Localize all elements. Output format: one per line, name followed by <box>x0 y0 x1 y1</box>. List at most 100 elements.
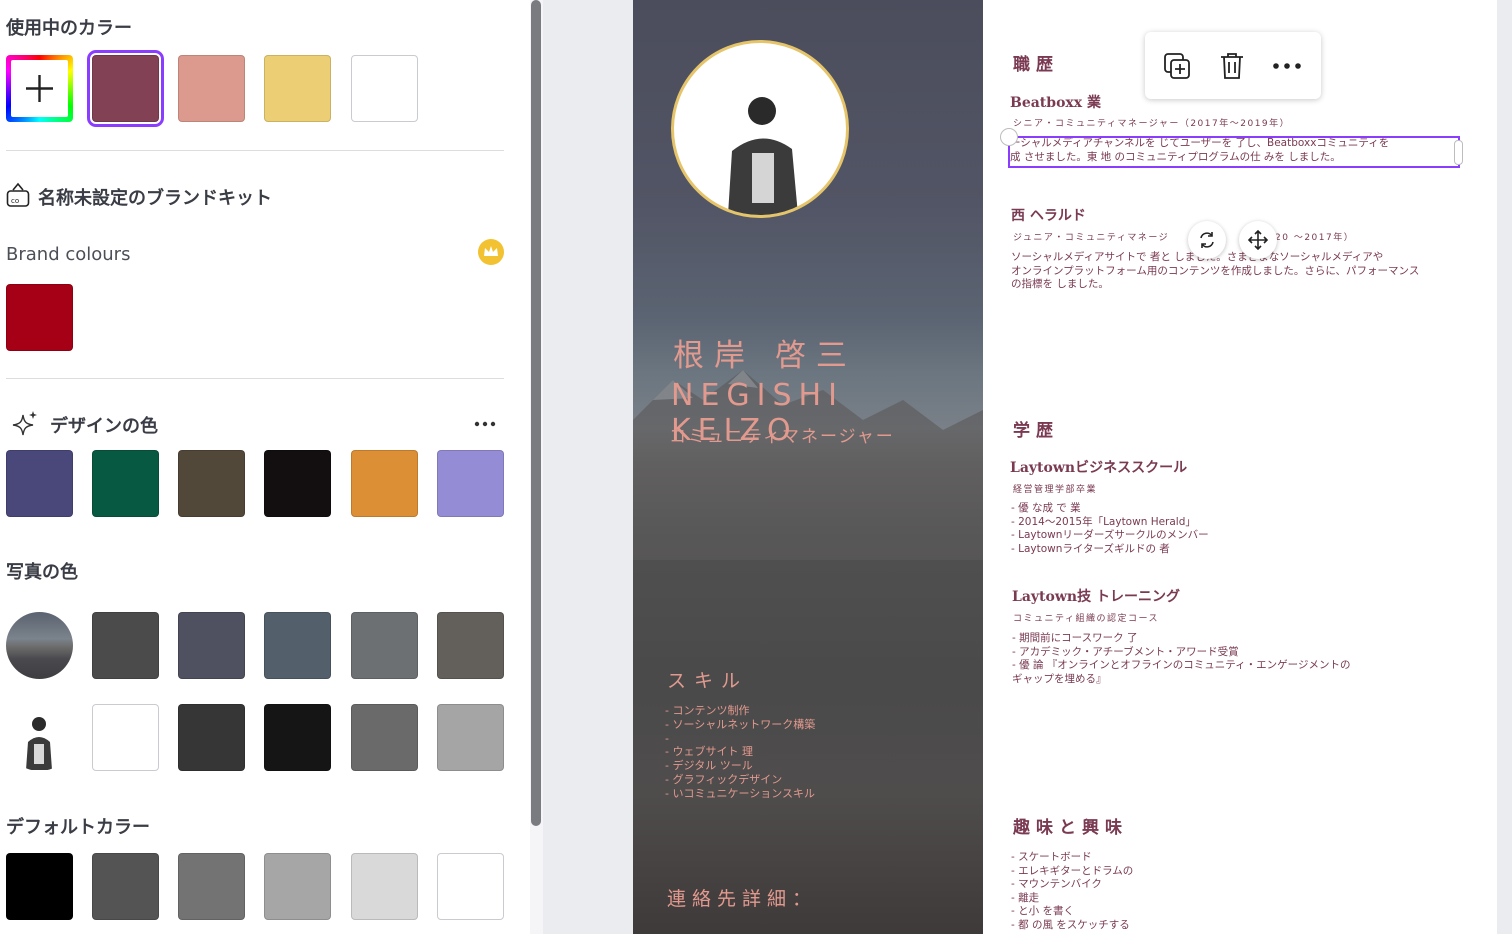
list-item: - グラフィックデザイン <box>665 772 783 786</box>
brand-colour-swatch-1[interactable] <box>6 284 73 351</box>
default-color-swatch-1[interactable] <box>6 853 73 920</box>
move-icon <box>1247 229 1269 251</box>
plus-icon <box>26 75 53 102</box>
hobbies-list[interactable]: - スケートボード - エレキギターとドラムの - マウンテンバイク - 離走 … <box>1011 851 1133 933</box>
career-heading[interactable]: 職歴 <box>1013 50 1059 75</box>
list-item: - アカデミック・アチーブメント・アワード受賞 <box>1012 645 1239 658</box>
list-item: - 優 論 『オンラインとオフラインのコミュニティ・エンゲージメントの <box>1012 659 1351 672</box>
design-color-swatch-6[interactable] <box>437 450 504 517</box>
photo-color-swatch-10[interactable] <box>437 704 504 771</box>
trash-icon <box>1221 53 1243 79</box>
education-heading[interactable]: 学歴 <box>1013 416 1059 441</box>
resume-page[interactable]: 根岸 啓三 NEGISHI KEIZO コミュニティマネージャー スキル - コ… <box>633 0 1497 934</box>
list-item: - コンテンツ制作 <box>665 704 750 717</box>
more-icon <box>1273 63 1301 69</box>
profile-photo[interactable] <box>671 40 849 218</box>
list-item: - 離走 <box>1011 891 1040 904</box>
photo-colors-title: 写真の色 <box>6 562 78 583</box>
photo-color-swatch-9[interactable] <box>351 704 418 771</box>
body-line: の指標を しました。 <box>1011 278 1109 291</box>
delete-button[interactable] <box>1214 48 1250 84</box>
list-item: - マウンテンバイク <box>1011 878 1102 891</box>
used-color-swatch-2[interactable] <box>178 55 245 122</box>
job-role[interactable]: コミュニティマネージャー <box>669 422 895 447</box>
move-button[interactable] <box>1239 221 1277 259</box>
photo-color-swatch-1[interactable] <box>92 612 159 679</box>
photo-color-swatch-3[interactable] <box>264 612 331 679</box>
resume-sidebar[interactable]: 根岸 啓三 NEGISHI KEIZO コミュニティマネージャー スキル - コ… <box>633 0 983 934</box>
design-color-swatch-2[interactable] <box>92 450 159 517</box>
list-item: - Laytownリーダーズサークルのメンバー <box>1011 529 1209 542</box>
list-item: - 2014～2015年「Laytown Herald」 <box>1011 515 1196 528</box>
svg-text:co: co <box>11 197 19 205</box>
list-item: - 優 な成 で 業 <box>1011 502 1081 514</box>
selection-box[interactable] <box>1008 136 1460 168</box>
job1-title[interactable]: Beatboxx 業 <box>1010 92 1101 112</box>
add-color-button[interactable] <box>6 55 73 122</box>
job2-subtitle-tail[interactable]: 20 ～2017年） <box>1275 230 1354 243</box>
edu2-list[interactable]: - 期間前にコースワーク 了 - アカデミック・アチーブメント・アワード受賞 -… <box>1012 632 1350 686</box>
design-color-swatch-3[interactable] <box>178 450 245 517</box>
job2-title[interactable]: 西 ヘラルド <box>1011 205 1086 225</box>
default-color-swatch-5[interactable] <box>351 853 418 920</box>
design-color-swatch-4[interactable] <box>264 450 331 517</box>
list-item: - 都 の風 をスケッチする <box>1011 918 1130 931</box>
color-panel: 使用中のカラー co 名称未設定のブランドキット Brand colours デ… <box>0 0 530 934</box>
name-japanese[interactable]: 根岸 啓三 <box>673 330 857 375</box>
rotate-handle[interactable] <box>1000 128 1018 146</box>
photo-color-swatch-5[interactable] <box>437 612 504 679</box>
photo-color-swatch-8[interactable] <box>264 704 331 771</box>
resume-main[interactable]: 職歴 Beatboxx 業 シニア・コミュニティマネージャー（2017年～201… <box>983 0 1497 934</box>
hobbies-heading[interactable]: 趣味と興味 <box>1013 813 1128 838</box>
skills-heading[interactable]: スキル <box>667 666 748 693</box>
duplicate-button[interactable] <box>1159 48 1195 84</box>
photo-color-swatch-2[interactable] <box>178 612 245 679</box>
used-color-swatch-3[interactable] <box>264 55 331 122</box>
edu2-title[interactable]: Laytown技 トレーニング <box>1012 586 1180 606</box>
used-color-swatch-4[interactable] <box>351 55 418 122</box>
default-color-swatch-6[interactable] <box>437 853 504 920</box>
element-toolbar <box>1145 32 1321 99</box>
list-item: - スケートボード <box>1011 851 1092 863</box>
scrollbar-thumb[interactable] <box>531 0 541 826</box>
brand-colours-title: Brand colours <box>6 244 131 265</box>
brand-kit-icon: co <box>6 182 30 207</box>
default-colors-title: デフォルトカラー <box>6 817 150 838</box>
photo-color-swatch-4[interactable] <box>351 612 418 679</box>
edu1-list[interactable]: - 優 な成 で 業 - 2014～2015年「Laytown Herald」 … <box>1011 502 1209 556</box>
design-color-swatch-1[interactable] <box>6 450 73 517</box>
sparkle-icon <box>12 411 37 436</box>
design-color-swatch-5[interactable] <box>351 450 418 517</box>
rotate-button[interactable] <box>1188 221 1226 259</box>
list-item: - いコミュニケーションスキル <box>665 786 816 800</box>
edu1-subtitle[interactable]: 経営管理学部卒業 <box>1013 482 1097 495</box>
panel-scrollbar[interactable] <box>530 0 543 934</box>
list-item: - ウェブサイト 理 <box>665 745 753 759</box>
photo-thumbnail-landscape[interactable] <box>6 612 73 679</box>
contact-heading[interactable]: 連絡先詳細： <box>667 884 817 911</box>
person-photo <box>728 97 798 215</box>
used-color-swatch-1[interactable] <box>87 50 164 127</box>
canvas-edge <box>1497 0 1512 934</box>
list-item: - と小 を書く <box>1011 905 1074 918</box>
default-color-swatch-3[interactable] <box>178 853 245 920</box>
job2-subtitle[interactable]: ジュニア・コミュニティマネージ <box>1013 230 1169 243</box>
list-item: - デジタル ツール <box>665 759 753 773</box>
default-color-swatch-4[interactable] <box>264 853 331 920</box>
photo-color-swatch-6[interactable] <box>92 704 159 771</box>
list-item: - ソーシャルネットワーク構築 <box>665 717 816 731</box>
photo-thumbnail-person[interactable] <box>6 704 73 771</box>
used-colors-title: 使用中のカラー <box>6 18 132 39</box>
divider <box>6 378 504 379</box>
more-icon[interactable] <box>473 419 497 429</box>
default-color-swatch-2[interactable] <box>92 853 159 920</box>
more-options-button[interactable] <box>1269 48 1305 84</box>
job1-subtitle[interactable]: シニア・コミュニティマネージャー（2017年～2019年） <box>1013 116 1290 129</box>
edu2-subtitle[interactable]: コミュニティ組織の認定コース <box>1013 611 1159 624</box>
edu1-title[interactable]: Laytownビジネススクール <box>1010 457 1187 477</box>
photo-color-swatch-7[interactable] <box>178 704 245 771</box>
resize-handle[interactable] <box>1454 140 1463 165</box>
list-item: - Laytownライターズギルドの 者 <box>1011 542 1170 555</box>
skills-list[interactable]: - コンテンツ制作 - ソーシャルネットワーク構築 - - ウェブサイト 理 -… <box>665 704 815 801</box>
rotate-icon <box>1200 232 1214 248</box>
